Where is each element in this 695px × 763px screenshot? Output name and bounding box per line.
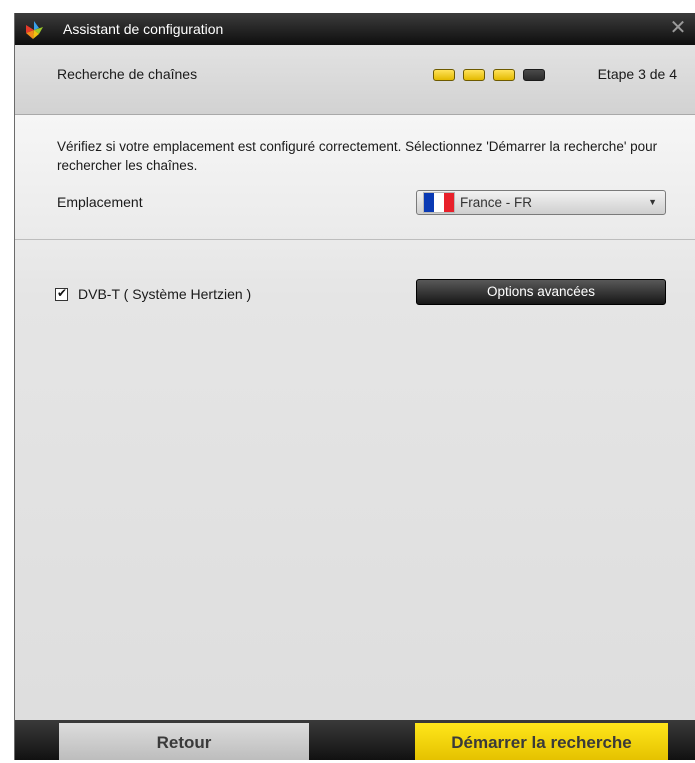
step-counter: Etape 3 de 4 <box>597 66 677 82</box>
location-label: Emplacement <box>57 194 143 210</box>
section-divider <box>15 239 695 240</box>
step-indicator-2 <box>463 69 485 81</box>
step-progress-indicator <box>433 69 545 81</box>
location-value: France - FR <box>460 195 533 210</box>
window-title: Assistant de configuration <box>63 21 224 37</box>
back-button[interactable]: Retour <box>59 723 309 760</box>
france-flag-icon <box>424 193 454 212</box>
start-search-button[interactable]: Démarrer la recherche <box>415 723 668 760</box>
location-select[interactable]: France - FR ▼ <box>416 190 666 215</box>
setup-wizard-window: Assistant de configuration ✕ Recherche d… <box>14 13 695 760</box>
dvb-t-label: DVB-T ( Système Hertzien ) <box>78 286 252 302</box>
chevron-down-icon: ▼ <box>648 197 657 207</box>
bottom-action-bar: Retour Démarrer la recherche <box>15 720 695 760</box>
advanced-options-button[interactable]: Options avancées <box>416 279 666 305</box>
close-icon[interactable]: ✕ <box>667 17 689 39</box>
step-indicator-4 <box>523 69 545 81</box>
step-indicator-3 <box>493 69 515 81</box>
title-bar[interactable]: Assistant de configuration ✕ <box>15 13 695 45</box>
dvb-t-option[interactable]: ✔ DVB-T ( Système Hertzien ) <box>55 286 251 302</box>
content-panel: Vérifiez si votre emplacement est config… <box>15 115 695 720</box>
step-header: Recherche de chaînes Etape 3 de 4 <box>15 45 695 115</box>
step-title: Recherche de chaînes <box>57 66 198 82</box>
app-logo-icon <box>26 21 43 39</box>
dvb-t-checkbox[interactable]: ✔ <box>55 285 68 301</box>
checkmark-icon: ✔ <box>57 285 68 300</box>
step-indicator-1 <box>433 69 455 81</box>
instructions-text: Vérifiez si votre emplacement est config… <box>57 139 658 173</box>
